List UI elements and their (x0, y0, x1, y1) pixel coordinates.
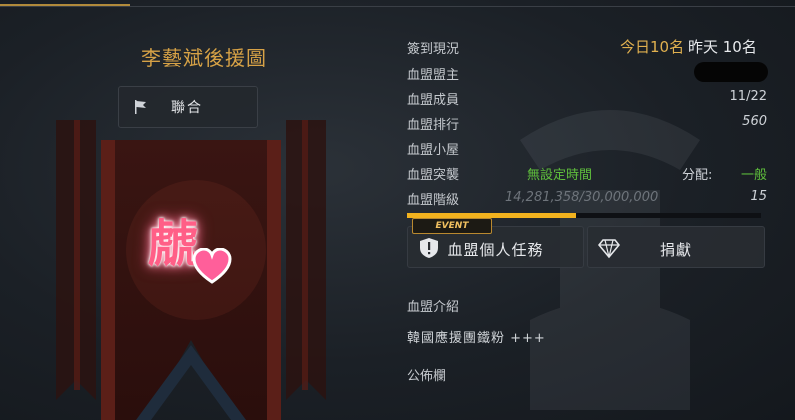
flag-icon (135, 100, 146, 114)
intro-text: 韓國應援團鐵粉 +++ (407, 331, 546, 346)
donate-button[interactable]: 捐獻 (587, 226, 765, 268)
exp-value: 14,281,358/30,000,000 (505, 190, 659, 205)
emblem-text: 虤 (148, 215, 198, 273)
event-tag: EVENT (412, 218, 492, 234)
distribution-value: 一般 (740, 168, 767, 183)
alliance-button[interactable]: 聯合 (118, 86, 258, 128)
top-accent-line (0, 4, 130, 6)
checkin-yesterday: 昨天 10名 (688, 38, 757, 56)
rank-label: 血盟排行 (407, 118, 460, 133)
level-value: 15 (750, 189, 767, 204)
intro-label: 血盟介紹 (407, 300, 460, 315)
leader-name-redacted (694, 62, 768, 82)
distribution-label: 分配: (682, 168, 713, 183)
personal-quest-label: 血盟個人任務 (447, 241, 544, 259)
guild-emblem: 虤 (144, 200, 254, 300)
checkin-label: 簽到現況 (407, 42, 460, 57)
rank-value: 560 (742, 114, 767, 129)
house-label: 血盟小屋 (407, 143, 460, 158)
alliance-label: 聯合 (171, 100, 203, 116)
raid-value: 無設定時間 (527, 168, 593, 183)
level-label: 血盟階級 (407, 193, 460, 208)
heart-icon (192, 248, 232, 284)
raid-label: 血盟突襲 (407, 168, 460, 183)
checkin-today: 今日10名 (620, 38, 685, 56)
guild-banner-panel: 李藝斌後援圖 聯合 虤 (40, 20, 340, 420)
donate-label: 捐獻 (659, 241, 692, 259)
guild-name: 李藝斌後援圖 (141, 46, 267, 70)
leader-label: 血盟盟主 (407, 68, 460, 83)
members-value: 11/22 (729, 89, 767, 104)
top-divider (0, 0, 795, 7)
notice-label: 公佈欄 (407, 369, 447, 384)
members-label: 血盟成員 (407, 93, 460, 108)
